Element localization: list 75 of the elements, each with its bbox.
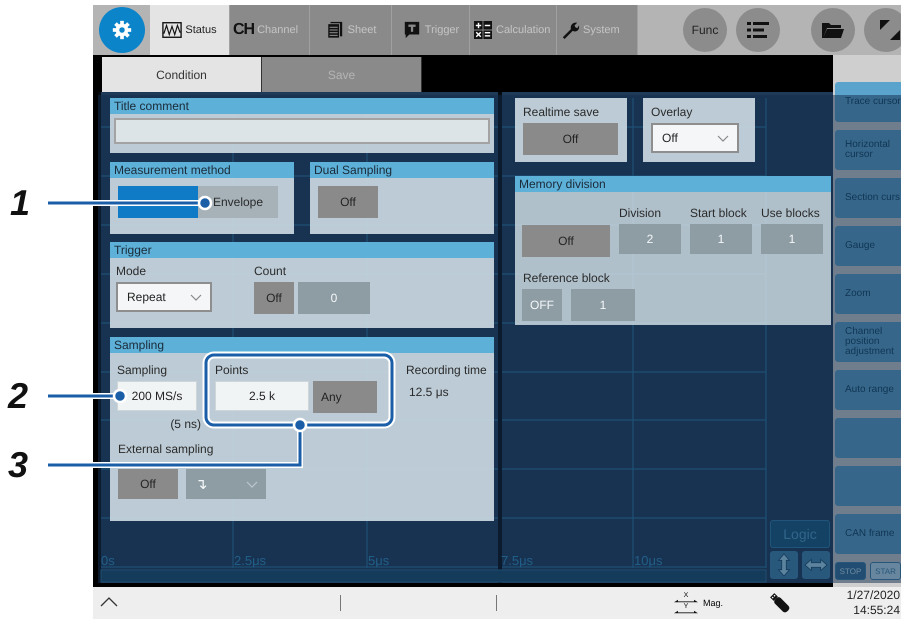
diagonal-arrows-icon <box>878 18 901 42</box>
dropdown[interactable]: Repeat <box>116 282 212 312</box>
field-label: Recording time <box>406 363 487 377</box>
field-label: External sampling <box>118 442 214 456</box>
resize-button[interactable] <box>864 8 901 52</box>
panel-title: Sampling <box>110 337 494 353</box>
panel-title: Trigger <box>110 242 494 258</box>
list-button[interactable] <box>736 8 780 52</box>
settings-icon <box>98 7 144 53</box>
waveform-icon <box>162 21 182 39</box>
dropdown[interactable]: Off <box>651 123 739 153</box>
folder-button[interactable] <box>811 8 855 52</box>
option-button[interactable]: Envelope <box>198 186 278 218</box>
tab[interactable]: Status <box>150 5 230 55</box>
expand-button[interactable] <box>100 597 118 609</box>
chevron-icon <box>246 480 258 488</box>
toggle-button[interactable]: Off <box>522 225 610 257</box>
vertical-arrow-button[interactable] <box>770 551 798 579</box>
field-label: Realtime save <box>522 104 600 119</box>
side-button[interactable]: Section curs <box>835 178 901 218</box>
channel-mark: CH <box>233 21 254 39</box>
toggle-button[interactable]: Off <box>118 469 178 499</box>
horizontal-arrow-button[interactable] <box>802 551 830 579</box>
field-label: Sampling <box>117 363 168 377</box>
start-button[interactable]: STAR <box>870 562 901 580</box>
side-button[interactable]: Auto range <box>835 370 901 410</box>
input-field[interactable]: 200 MS/s <box>117 381 197 411</box>
side-button[interactable]: CAN frame <box>835 514 901 554</box>
panel-title: Title comment <box>110 98 494 114</box>
folder-icon <box>822 21 844 39</box>
recording-time-value: 12.5 μs <box>408 385 450 399</box>
caret-up-icon <box>100 597 118 607</box>
title-input-field[interactable] <box>114 118 490 144</box>
side-button[interactable]: Horizontal cursor <box>835 130 901 170</box>
side-button[interactable]: Channel position adjustment <box>835 322 901 362</box>
field-label: Start block <box>690 206 748 220</box>
stop-button[interactable]: STOP <box>835 562 866 580</box>
input-field[interactable]: 2.5 k <box>215 381 309 411</box>
tab[interactable]: Condition <box>102 57 262 92</box>
toggle-button[interactable]: Off <box>254 282 294 314</box>
wrench-icon <box>560 21 580 39</box>
usb-drive-icon <box>768 591 792 615</box>
chevron-icon <box>190 294 202 300</box>
panel-title: Dual Sampling <box>310 162 494 178</box>
time-text: 14:55:24 <box>853 603 900 618</box>
settings-button[interactable] <box>93 5 150 55</box>
scroll-bar[interactable] <box>100 570 766 582</box>
field-label: Overlay <box>650 104 694 119</box>
panel-title: Memory division <box>515 176 831 192</box>
callout-number: 1 <box>10 185 30 221</box>
list-icon <box>747 21 769 39</box>
func-button[interactable]: Func <box>683 8 727 52</box>
date-text: 1/27/2020 <box>846 588 900 603</box>
panel-title: Measurement method <box>110 162 294 178</box>
field-label: Count <box>254 264 288 278</box>
field-label: Mode <box>116 264 148 278</box>
side-button[interactable]: Gauge <box>835 226 901 266</box>
chevron-icon <box>717 134 729 142</box>
vertical-arrow-icon <box>777 553 791 577</box>
horizontal-arrow-icon <box>804 558 828 572</box>
field-label: Points <box>215 363 250 377</box>
axis-label: 7.5μs <box>501 553 534 568</box>
toggle-button[interactable]: Off <box>523 123 618 155</box>
calculator-icon <box>473 21 493 39</box>
field-label: Division <box>619 206 662 220</box>
mag-label: Mag. <box>703 598 724 608</box>
toggle-button[interactable]: Any <box>313 381 377 413</box>
toggle-button[interactable]: Off <box>318 186 378 218</box>
field-label: Use blocks <box>761 206 821 220</box>
callout-number: 2 <box>8 378 28 414</box>
side-button[interactable]: Zoom <box>835 274 901 314</box>
side-button[interactable]: Trace cursor <box>835 82 901 122</box>
field-label: Reference block <box>523 271 611 285</box>
period-text: (5 ns) <box>169 417 202 431</box>
callout-number: 3 <box>8 447 28 483</box>
